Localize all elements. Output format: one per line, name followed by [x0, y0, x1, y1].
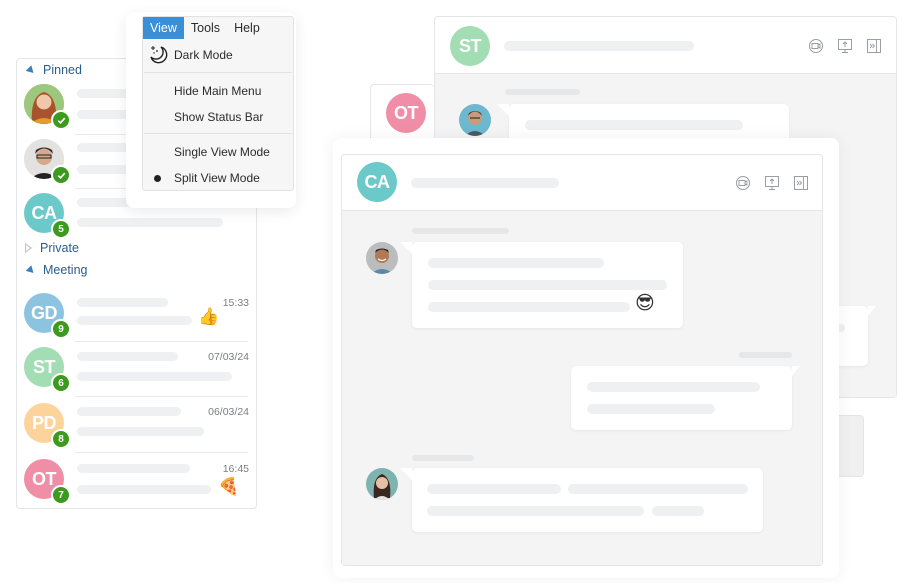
chat-window-ca[interactable]: CA 😎	[341, 154, 823, 566]
message-bubble	[400, 468, 763, 532]
menu-view[interactable]: View	[143, 17, 184, 39]
online-check-badge	[51, 110, 71, 130]
name-placeholder	[77, 464, 190, 473]
chat-title-placeholder	[504, 41, 694, 51]
moon-stars-icon	[150, 46, 168, 64]
unread-badge: 6	[51, 373, 71, 393]
preview-placeholder	[77, 218, 223, 227]
message-line	[428, 280, 667, 290]
preview-placeholder	[77, 372, 232, 381]
collapse-panel-icon[interactable]	[792, 174, 810, 192]
timestamp: 07/03/24	[208, 351, 249, 363]
preview-placeholder	[77, 485, 211, 494]
preview-placeholder	[77, 427, 204, 436]
message-line	[652, 506, 704, 516]
sunglasses-emoji: 😎	[635, 293, 655, 314]
timestamp: 15:33	[222, 297, 249, 309]
screen-share-icon[interactable]	[763, 174, 781, 192]
video-call-icon[interactable]	[807, 37, 825, 55]
timestamp-placeholder	[739, 352, 792, 358]
conversation-item[interactable]: PD 8 06/03/24	[17, 397, 257, 451]
menu-tools[interactable]: Tools	[184, 17, 227, 39]
message-bubble: 😎	[400, 242, 683, 328]
menu-item-dark-mode[interactable]: Dark Mode	[143, 40, 293, 70]
menu-separator	[144, 72, 292, 73]
collapsed-triangle-icon	[25, 243, 32, 253]
sender-avatar	[366, 468, 398, 500]
screen-share-icon[interactable]	[836, 37, 854, 55]
message-line	[587, 404, 715, 414]
menu-item-split-view-mode[interactable]: Split View Mode	[143, 170, 293, 190]
sender-avatar	[459, 104, 491, 136]
avatar-ca: CA	[357, 162, 397, 202]
sender-name-placeholder	[412, 455, 474, 461]
group-label: Private	[40, 241, 79, 255]
menu-item-label: Hide Main Menu	[174, 84, 262, 98]
avatar-initials: OT	[32, 468, 57, 489]
menu-item-label: Single View Mode	[174, 145, 270, 159]
conversation-item[interactable]: GD 9 15:33 👍	[17, 287, 257, 341]
online-check-badge	[51, 165, 71, 185]
menu-item-label: Dark Mode	[174, 48, 233, 62]
avatar-ot: OT	[386, 93, 426, 133]
menu-item-label: Show Status Bar	[174, 110, 264, 124]
message-line	[428, 258, 604, 268]
timestamp: 16:45	[222, 463, 249, 475]
message-line	[427, 506, 644, 516]
message-line	[428, 302, 630, 312]
avatar-initials: CA	[364, 171, 391, 192]
sender-avatar	[366, 242, 398, 274]
expanded-triangle-icon	[25, 64, 37, 76]
message-line	[427, 484, 561, 494]
conversation-item[interactable]: ST 6 07/03/24	[17, 342, 257, 396]
unread-badge: 5	[51, 219, 71, 239]
expanded-triangle-icon	[25, 264, 37, 276]
avatar-st: ST	[450, 26, 490, 66]
name-placeholder	[77, 352, 178, 361]
view-menu: View Tools Help Dark Mode Hide Main Menu…	[142, 16, 294, 191]
avatar-initials: OT	[394, 102, 419, 123]
preview-placeholder	[77, 316, 192, 325]
timestamp: 06/03/24	[208, 406, 249, 418]
selected-radio-dot-icon	[154, 175, 161, 182]
message-bubble-own	[571, 366, 800, 430]
group-label: Pinned	[43, 63, 82, 77]
name-placeholder	[77, 407, 181, 416]
unread-badge: 9	[51, 319, 71, 339]
message-line	[525, 120, 743, 130]
group-meeting[interactable]: Meeting	[25, 263, 87, 277]
avatar-initials: PD	[31, 412, 57, 433]
pizza-emoji: 🍕	[218, 477, 240, 496]
group-label: Meeting	[43, 263, 88, 277]
menu-help[interactable]: Help	[227, 17, 267, 39]
conversation-item[interactable]: OT 7 16:45 🍕	[17, 453, 257, 507]
chat-title-placeholder	[411, 178, 559, 188]
avatar-initials: CA	[31, 202, 58, 223]
avatar-initials: GD	[31, 302, 58, 323]
avatar-initials: ST	[458, 35, 482, 56]
video-call-icon[interactable]	[734, 174, 752, 192]
message-line	[568, 484, 748, 494]
menu-item-single-view-mode[interactable]: Single View Mode	[143, 144, 293, 164]
sender-name-placeholder	[412, 228, 509, 234]
unread-badge: 8	[51, 429, 71, 449]
menu-item-label: Split View Mode	[174, 171, 260, 185]
name-placeholder	[77, 298, 168, 307]
chat-body: 😎	[342, 210, 822, 565]
menu-item-show-status-bar[interactable]: Show Status Bar	[143, 109, 293, 129]
group-pinned[interactable]: Pinned	[25, 63, 82, 77]
avatar-initials: ST	[32, 356, 56, 377]
group-private[interactable]: Private	[25, 241, 79, 255]
collapse-panel-icon[interactable]	[865, 37, 883, 55]
menu-separator	[144, 133, 292, 134]
sender-name-placeholder	[505, 89, 580, 95]
message-line	[587, 382, 760, 392]
menu-bar: View Tools Help	[143, 17, 267, 39]
thumbs-up-emoji: 👍	[198, 307, 220, 326]
menu-item-hide-main-menu[interactable]: Hide Main Menu	[143, 83, 293, 103]
unread-badge: 7	[51, 485, 71, 505]
